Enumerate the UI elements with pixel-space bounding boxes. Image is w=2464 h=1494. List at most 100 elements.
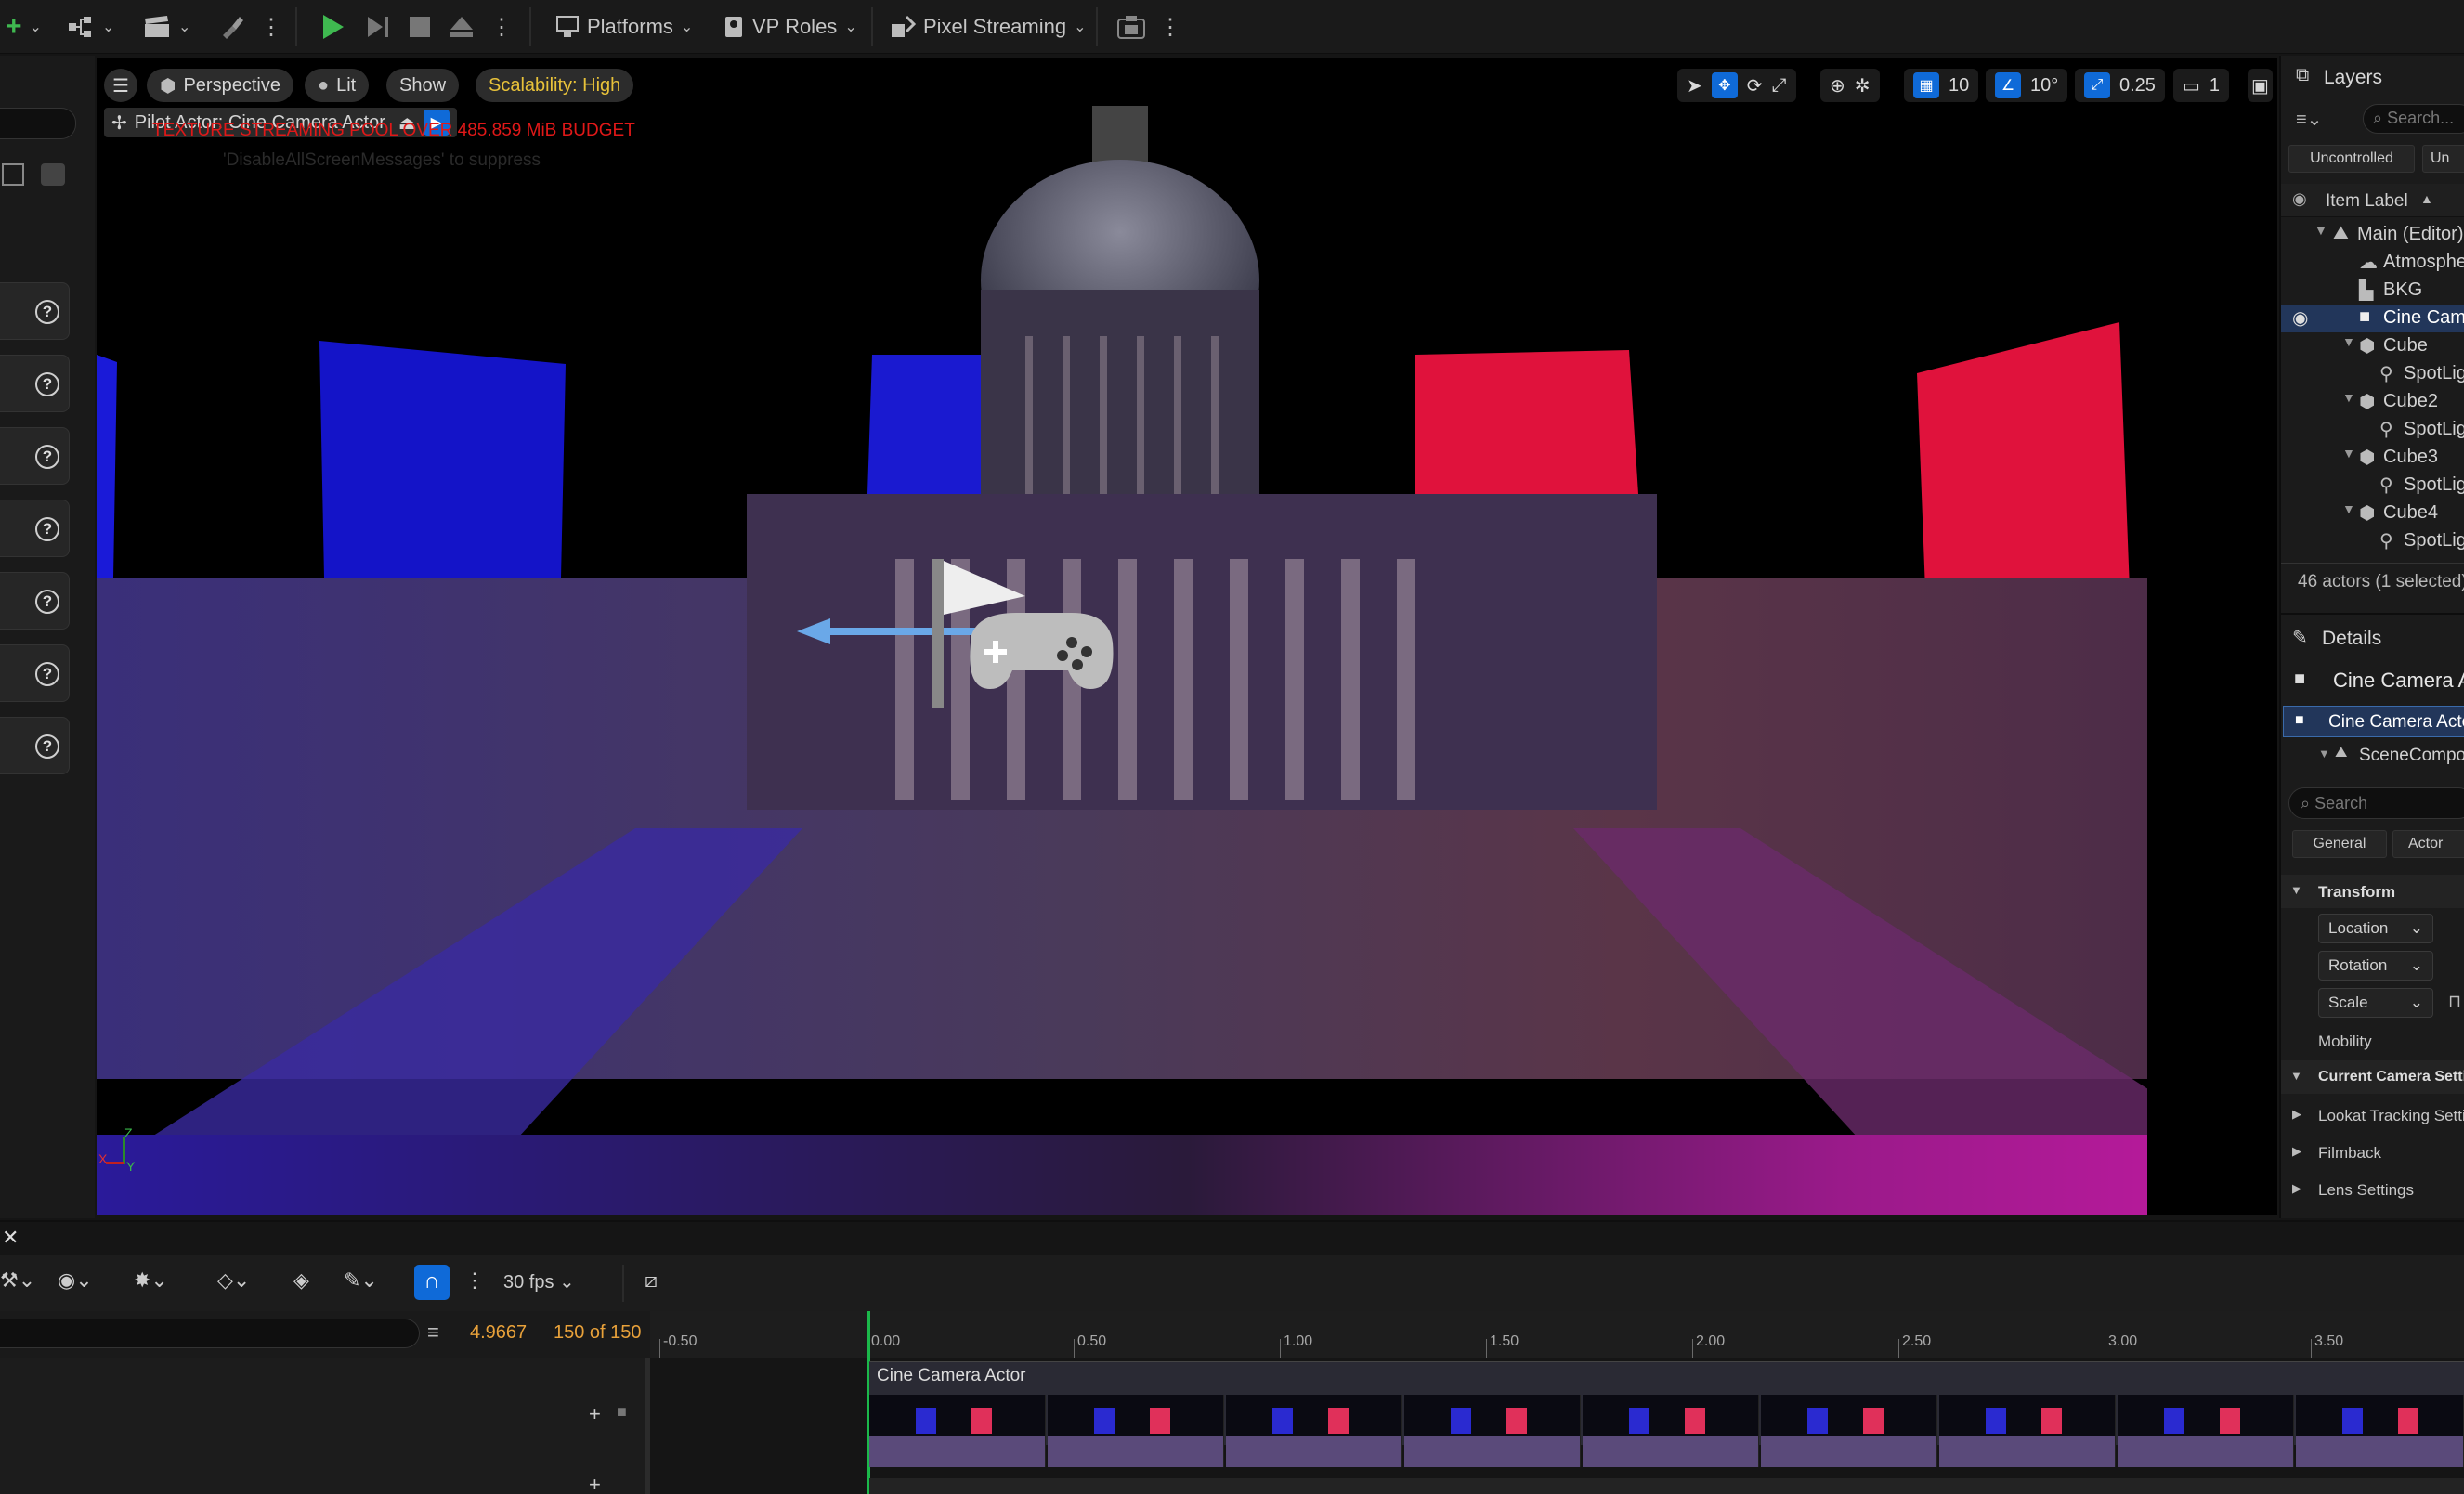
outliner-row[interactable]: ⚲ SpotLight [2281,360,2464,388]
curve-editor-icon[interactable]: ⧄ [645,1268,658,1293]
scale-snap-button[interactable]: ⤢ 0.25 [2075,69,2165,102]
search-input[interactable] [0,108,76,139]
filmback-section-row[interactable]: ▶ Filmback [2281,1137,2464,1170]
step-button[interactable] [359,7,398,46]
tab-actor[interactable]: Actor [2392,830,2464,858]
outliner-row[interactable]: ▙ BKG [2281,277,2464,305]
virtual-camera-button[interactable]: ⋮ [1111,7,1187,46]
rotate-icon[interactable]: ⟳ [1747,74,1763,97]
surface-snap-icon[interactable]: ✲ [1855,74,1871,97]
wrench-icon[interactable]: ⚒⌄ [0,1268,35,1293]
pixel-streaming-button[interactable]: Pixel Streaming ⌄ [884,7,1091,46]
cube-icon: ⬢ [2359,336,2376,357]
camera-icon[interactable]: ■ [617,1402,627,1422]
grid-snap-button[interactable]: ▦ 10 [1904,69,1979,102]
play-options-button[interactable]: ⋮ [485,7,518,46]
layers-search-input[interactable]: ⌕ Search... [2363,104,2464,134]
close-icon[interactable]: ✕ [2,1226,19,1250]
location-label: Location [2328,919,2389,937]
outliner-row-selected[interactable]: ◉ ■ Cine Camera [2281,305,2464,332]
details-search-input[interactable]: ⌕ Search [2288,787,2464,819]
camera-speed-button[interactable]: ▭ 1 [2173,69,2230,102]
category-button[interactable]: ? [0,717,70,774]
vp-roles-button[interactable]: VP Roles ⌄ [717,7,863,46]
more-options-icon[interactable]: ⋮ [1159,14,1181,41]
outliner-row[interactable]: ▼ ⬢ Cube3 [2281,444,2464,472]
location-dropdown[interactable]: Location ⌄ [2318,914,2433,943]
scale-dropdown[interactable]: Scale ⌄ [2318,988,2433,1018]
add-content-button[interactable]: + ⌄ [0,7,47,46]
details-tab[interactable]: ✎ Details [2281,617,2464,657]
component-row[interactable]: ▼ ⛰ SceneComponent [2281,741,2464,769]
outliner-row[interactable]: ▼ ⬢ Cube2 [2281,388,2464,416]
item-label-header[interactable]: Item Label [2326,191,2408,212]
modes-button[interactable]: ⋮ [214,7,288,46]
current-time[interactable]: 4.9667 [470,1322,527,1344]
category-button[interactable]: ? [0,644,70,702]
more-options-icon[interactable]: ⋮ [464,1268,485,1293]
perspective-button[interactable]: ⬢ Perspective [147,69,293,102]
tab-general[interactable]: General [2292,830,2387,858]
timeline[interactable]: -0.50 0.00 0.50 1.00 1.50 2.00 2.50 3.00… [650,1311,2464,1494]
outliner-row[interactable]: ⚲ SpotLight [2281,472,2464,500]
track-search-input[interactable] [0,1319,420,1348]
filter-icon[interactable]: ≡ [427,1320,439,1345]
outliner-row[interactable]: ☁Atmosphere [2281,249,2464,277]
category-button[interactable]: ? [0,572,70,630]
visibility-icon[interactable]: ◉ [2292,189,2307,209]
snap-magnet-icon[interactable]: ∩ [414,1265,450,1300]
key-icon[interactable]: ◇⌄ [217,1268,250,1293]
fps-dropdown[interactable]: 30 fps ⌄ [503,1270,575,1293]
camera-settings-section-header[interactable]: ▼ Current Camera Settings [2281,1060,2464,1094]
show-button[interactable]: Show [386,69,460,102]
outliner-row[interactable]: ▼ ⬢ Cube [2281,332,2464,360]
outliner-row[interactable]: ▼ ⛰ Main (Editor) [2281,221,2464,249]
actions-icon[interactable]: ✸⌄ [134,1268,168,1293]
lock-icon[interactable]: ⊓ [2448,992,2461,1011]
add-track-icon[interactable]: + [589,1473,601,1494]
category-button[interactable]: ? [0,282,70,340]
viewport-layout-button[interactable]: ▣ [2248,69,2273,102]
tile-view-icon[interactable] [41,163,65,186]
blueprints-button[interactable]: ⌄ [61,7,120,46]
platforms-button[interactable]: Platforms ⌄ [550,7,698,46]
angle-icon: ∠ [1995,72,2021,98]
filter-icon[interactable]: ≡⌄ [2296,108,2322,131]
category-button[interactable]: ? [0,500,70,557]
level-viewport[interactable]: ☰ ⬢ Perspective ● Lit Show Scalability: Hi… [97,58,2277,1215]
add-key-icon[interactable]: ◈ [293,1268,309,1293]
lookat-section-row[interactable]: ▶ Lookat Tracking Settings [2281,1099,2464,1133]
transform-gizmo[interactable] [793,494,1183,708]
unsaved-button[interactable]: Un [2422,145,2464,173]
stop-button[interactable] [401,7,438,46]
component-row-selected[interactable]: ■ Cine Camera Actor [2283,706,2464,737]
add-track-icon[interactable]: + [589,1402,601,1426]
layers-tab[interactable]: ⧉ Layers [2281,56,2464,98]
world-space-icon[interactable]: ⊕ [1830,74,1845,97]
cinematics-button[interactable]: ⌄ [137,7,196,46]
transform-section-header[interactable]: ▼ Transform [2281,875,2464,908]
lens-settings-section-row[interactable]: ▶ Lens Settings [2281,1174,2464,1207]
unreal-editor-window: { "toolbar": { "platforms_label": "Platf… [0,0,2464,1494]
select-icon[interactable]: ➤ [1687,74,1702,97]
edit-icon[interactable]: ✎⌄ [344,1268,378,1293]
viewport-menu-button[interactable]: ☰ [104,69,137,102]
scalability-button[interactable]: Scalability: High [476,69,634,102]
outliner-row[interactable]: ⚲ SpotLight [2281,416,2464,444]
category-button[interactable]: ? [0,355,70,412]
scale-icon[interactable]: ⤢ [1772,75,1787,97]
more-options-icon[interactable]: ⋮ [260,14,282,41]
rotation-snap-button[interactable]: ∠ 10° [1986,69,2068,102]
list-view-icon[interactable] [2,163,24,186]
rotation-dropdown[interactable]: Rotation ⌄ [2318,951,2433,981]
translate-icon[interactable]: ✥ [1711,72,1738,98]
uncontrolled-button[interactable]: Uncontrolled [2288,145,2415,173]
eye-icon[interactable]: ◉⌄ [58,1268,93,1293]
visibility-icon[interactable]: ◉ [2292,306,2308,330]
play-button[interactable] [312,7,353,46]
view-mode-button[interactable]: ● Lit [305,69,370,102]
category-button[interactable]: ? [0,427,70,485]
eject-button[interactable] [442,7,481,46]
outliner-row[interactable]: ⚲ SpotLight [2281,527,2464,552]
outliner-row[interactable]: ▼ ⬢ Cube4 [2281,500,2464,527]
